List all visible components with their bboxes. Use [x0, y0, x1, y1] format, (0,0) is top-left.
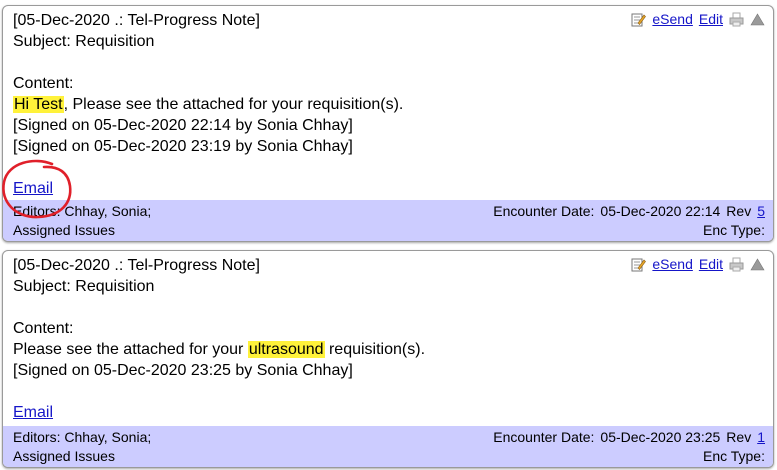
enc-type-label: Enc Type:: [702, 448, 765, 464]
encounter-date-label: Encounter Date:: [493, 203, 595, 219]
editors-label: Editors: Chhay, Sonia;: [13, 203, 152, 219]
signature-line: [Signed on 05-Dec-2020 22:14 by Sonia Ch…: [13, 117, 353, 134]
content-line: Please see the attached for your ultraso…: [13, 339, 773, 360]
note-body: [05-Dec-2020 .: Tel-Progress Note] Subje…: [3, 251, 773, 423]
note-footer: Editors: Chhay, Sonia; Encounter Date: 0…: [3, 200, 773, 241]
email-link[interactable]: Email: [13, 404, 53, 421]
content-line: Hi Test, Please see the attached for you…: [13, 94, 773, 115]
encounter-note-2: eSend Edit [05-Dec-2020 .: Tel-Progress …: [2, 250, 774, 468]
content-label: Content:: [13, 75, 74, 92]
rev-link[interactable]: 1: [757, 428, 765, 447]
highlighted-text: Hi Test: [13, 96, 64, 113]
rev-label: Rev: [726, 429, 752, 445]
rev-link[interactable]: 5: [757, 202, 765, 221]
content-label: Content:: [13, 320, 74, 337]
encounter-date-label: Encounter Date:: [493, 429, 595, 445]
encounter-date-value: 05-Dec-2020 23:25: [600, 429, 721, 445]
encounter-date-value: 05-Dec-2020 22:14: [600, 203, 721, 219]
encounter-note-1: eSend Edit [05-Dec-2020 .: Tel-Progress …: [2, 5, 774, 242]
rev-label: Rev: [726, 203, 752, 219]
content-text: , Please see the attached for your requi…: [63, 96, 404, 113]
enc-type-label: Enc Type:: [702, 222, 765, 238]
assigned-issues-label: Assigned Issues: [13, 222, 115, 238]
content-text: requisition(s).: [324, 341, 426, 358]
note-body: [05-Dec-2020 .: Tel-Progress Note] Subje…: [3, 6, 773, 199]
note-header: [05-Dec-2020 .: Tel-Progress Note]: [13, 257, 260, 274]
highlighted-text: ultrasound: [247, 341, 325, 358]
note-subject: Subject: Requisition: [13, 33, 155, 50]
assigned-issues-label: Assigned Issues: [13, 448, 115, 464]
note-header: [05-Dec-2020 .: Tel-Progress Note]: [13, 12, 260, 29]
email-link[interactable]: Email: [13, 180, 53, 197]
editors-label: Editors: Chhay, Sonia;: [13, 429, 152, 445]
note-footer: Editors: Chhay, Sonia; Encounter Date: 0…: [3, 426, 773, 467]
signature-line: [Signed on 05-Dec-2020 23:19 by Sonia Ch…: [13, 138, 353, 155]
note-subject: Subject: Requisition: [13, 278, 155, 295]
signature-line: [Signed on 05-Dec-2020 23:25 by Sonia Ch…: [13, 362, 353, 379]
content-text: Please see the attached for your: [13, 341, 248, 358]
